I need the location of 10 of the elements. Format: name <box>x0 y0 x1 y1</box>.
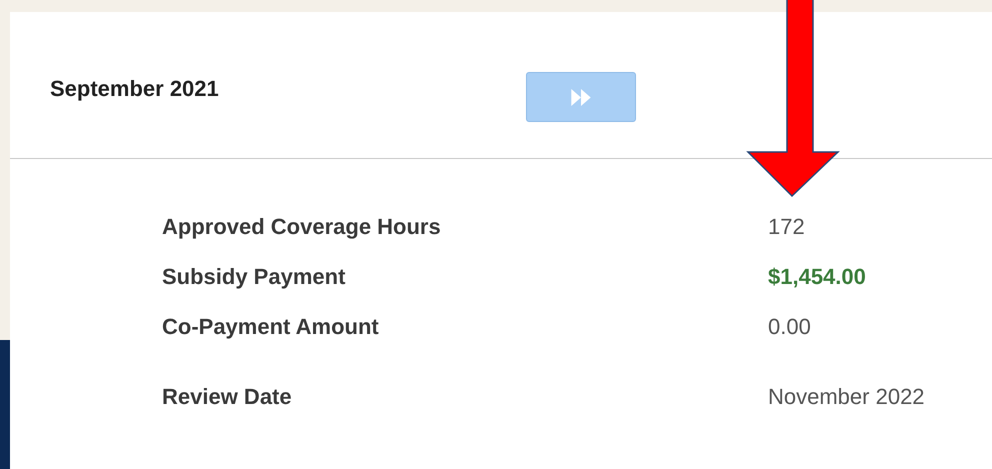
detail-value: 0.00 <box>768 314 811 340</box>
detail-label: Review Date <box>162 384 293 410</box>
detail-value: November 2022 <box>768 384 925 410</box>
detail-label: Co-Payment Amount <box>162 314 380 340</box>
fast-forward-icon <box>570 88 592 106</box>
detail-label: Approved Coverage Hours <box>162 214 442 240</box>
detail-label: Subsidy Payment <box>162 264 346 290</box>
period-title: September 2021 <box>49 76 220 102</box>
detail-value: $1,454.00 <box>768 264 866 290</box>
detail-value: 172 <box>768 214 805 240</box>
